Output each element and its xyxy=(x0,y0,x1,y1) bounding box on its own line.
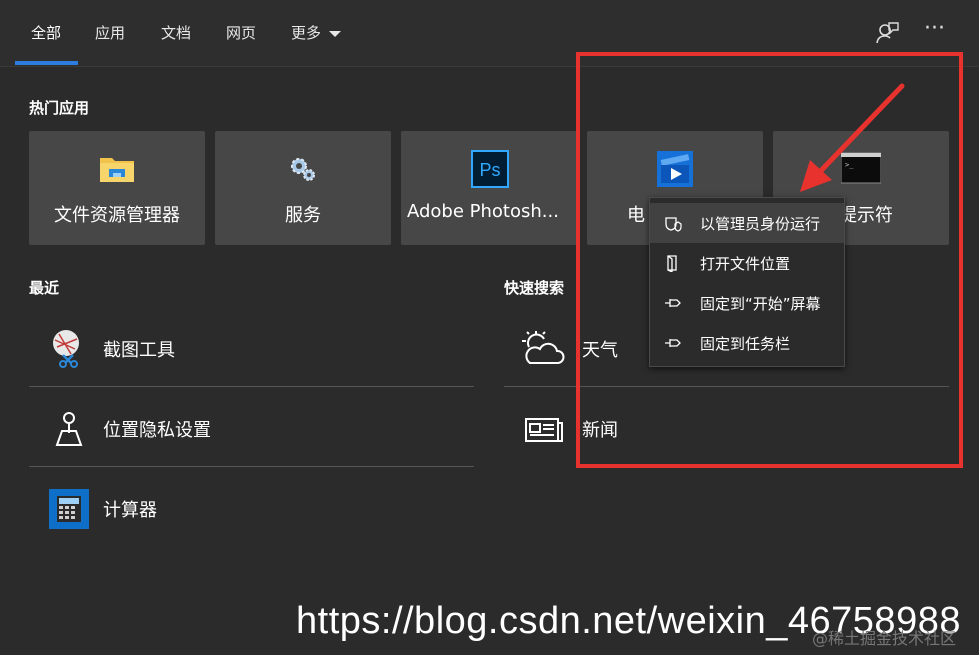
tab-more-label: 更多 xyxy=(291,24,322,42)
app-tile-label: Adobe Photosh... xyxy=(407,201,559,222)
feedback-icon[interactable] xyxy=(872,18,902,48)
recent-item-label: 计算器 xyxy=(103,500,157,521)
tab-more[interactable]: 更多 xyxy=(291,22,342,43)
tab-all[interactable]: 全部 xyxy=(31,22,61,43)
news-icon xyxy=(522,409,563,449)
recent-item-snipping-tool[interactable]: 截图工具 xyxy=(29,317,474,377)
popular-apps-heading: 热门应用 xyxy=(29,99,90,117)
recent-item-label: 截图工具 xyxy=(103,340,175,361)
more-options-icon[interactable]: ··· xyxy=(924,16,954,46)
photoshop-icon: Ps xyxy=(470,149,510,189)
snipping-tool-icon xyxy=(49,329,89,369)
app-tile-services[interactable]: 服务 xyxy=(215,131,391,245)
recent-heading: 最近 xyxy=(29,279,60,297)
app-tile-file-explorer[interactable]: 文件资源管理器 xyxy=(29,131,205,245)
chevron-down-icon xyxy=(329,30,342,37)
weather-icon xyxy=(522,329,565,369)
active-tab-indicator xyxy=(15,61,78,65)
app-tile-label: 服务 xyxy=(285,205,321,226)
divider xyxy=(29,466,474,467)
watermark-credit: @稀土掘金技术社区 xyxy=(812,629,957,648)
recent-item-label: 位置隐私设置 xyxy=(103,420,211,441)
app-tile-label: 文件资源管理器 xyxy=(54,205,180,226)
tab-documents[interactable]: 文档 xyxy=(161,22,191,43)
calculator-icon xyxy=(49,489,89,529)
tab-apps[interactable]: 应用 xyxy=(95,22,125,43)
folder-icon xyxy=(97,149,137,189)
svg-text:Ps: Ps xyxy=(479,160,500,180)
recent-item-location-privacy[interactable]: 位置隐私设置 xyxy=(29,397,474,457)
app-tile-photoshop[interactable]: Ps Adobe Photosh... xyxy=(401,131,577,245)
location-pin-icon xyxy=(49,409,89,449)
recent-item-calculator[interactable]: 计算器 xyxy=(29,477,474,537)
quick-search-heading: 快速搜索 xyxy=(504,279,565,297)
tab-web[interactable]: 网页 xyxy=(226,22,256,43)
gears-icon xyxy=(283,149,323,189)
annotation-arrow-icon xyxy=(800,83,905,192)
divider xyxy=(29,386,474,387)
